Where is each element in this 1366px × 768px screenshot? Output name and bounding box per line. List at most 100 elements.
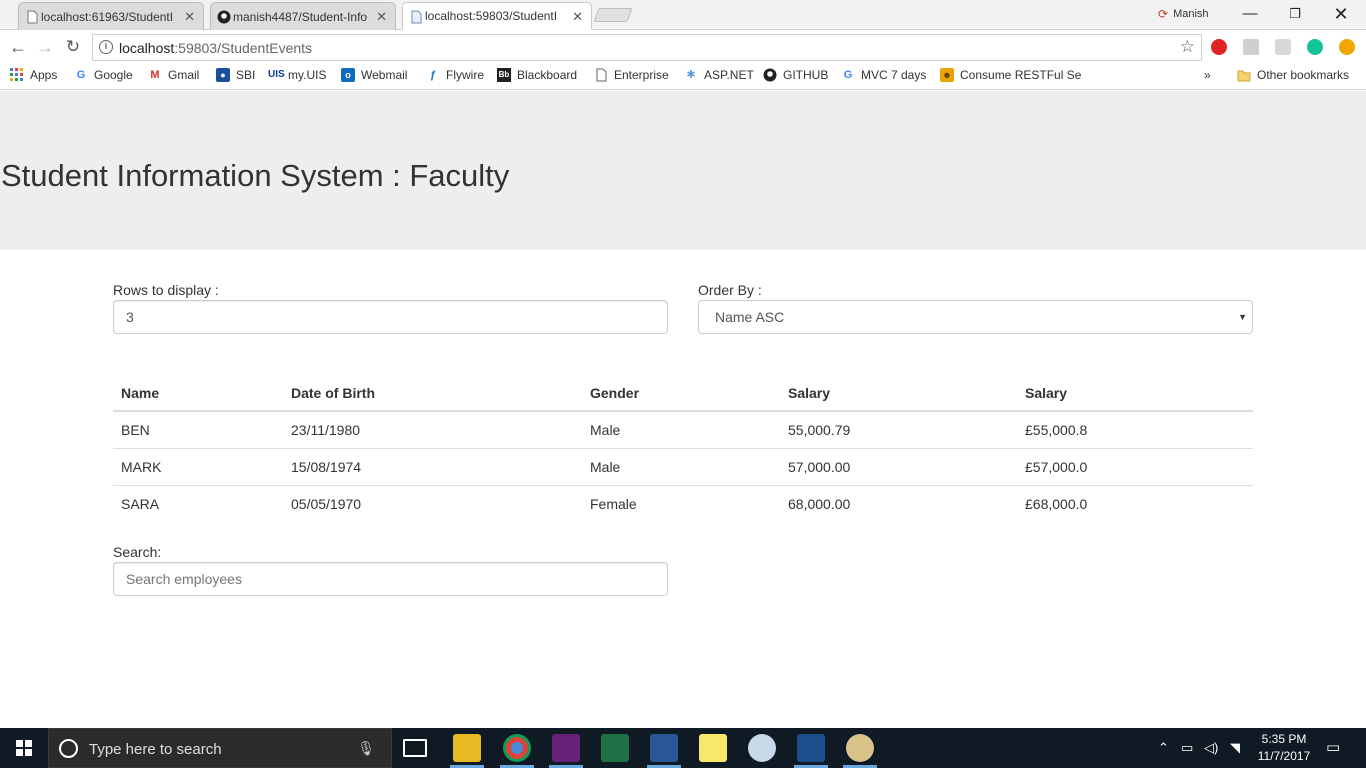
overflow-chevron-icon: » [1204,68,1211,82]
column-header[interactable]: Salary [1017,374,1253,412]
restore-button[interactable]: ❐ [1272,2,1318,26]
bookmark-mvc[interactable]: G MVC 7 days [841,68,927,82]
bookmarks-bar: Apps G Google M Gmail ● SBI UIS my.UIS o… [0,63,1366,90]
column-header[interactable]: Gender [582,374,780,412]
new-tab-button[interactable] [593,8,633,22]
warning-extension-icon[interactable] [1339,39,1355,55]
browser-tab-3[interactable]: localhost:59803/StudentI ✕ [402,2,592,30]
minimize-button[interactable]: — [1227,2,1273,26]
search-input[interactable] [113,562,668,596]
task-view-icon[interactable] [403,739,427,757]
table-cell: Male [582,447,780,485]
bookmark-label: Apps [30,68,58,82]
wifi-icon[interactable]: ◥ [1230,740,1240,756]
paint-palette-icon[interactable] [846,734,874,762]
reload-button[interactable]: ↻ [62,36,84,58]
column-header[interactable]: Name [113,374,283,412]
uis-icon: UIS [268,69,285,80]
profile-sync-icon: ⟳ [1158,7,1169,21]
close-icon[interactable]: ✕ [376,9,387,25]
forward-button[interactable]: → [34,36,56,58]
taskbar-search-box[interactable]: Type here to search 🎙 [48,728,392,768]
browser-tab-2[interactable]: manish4487/Student-Info ✕ [210,2,396,30]
table-row: BEN 23/11/1980 Male 55,000.79 £55,000.8 [113,411,1253,448]
chevron-down-icon: ▼ [1238,312,1247,322]
taskbar-clock[interactable]: 5:35 PM 11/7/2017 [1256,731,1312,765]
employees-table: Name Date of Birth Gender Salary Salary … [113,374,1253,522]
bookmark-star-icon[interactable]: ☆ [1180,37,1195,57]
bookmark-label: Gmail [168,68,200,82]
search-label: Search: [113,544,162,560]
table-cell: £55,000.8 [1025,421,1088,438]
browser-tab-strip: localhost:61963/StudentI ✕ manish4487/St… [0,0,1366,30]
tray-chevron-up-icon[interactable]: ⌃ [1158,740,1169,756]
gmail-icon: M [150,69,160,81]
sql-server-icon[interactable] [797,734,825,762]
bookmark-myuis[interactable]: UIS my.UIS [268,68,326,82]
other-bookmarks[interactable]: Other bookmarks [1237,68,1349,82]
bookmark-webmail[interactable]: o Webmail [341,68,407,82]
tab-label: manish4487/Student-Info [233,9,368,24]
bookmark-label: Consume RESTFul Se [960,68,1082,82]
notifications-icon[interactable]: ▭ [1326,738,1340,756]
bookmark-flywire[interactable]: ƒ Flywire [426,68,484,82]
browser-tab-1[interactable]: localhost:61963/StudentI ✕ [18,2,204,30]
info-icon[interactable]: i [99,40,113,54]
bookmark-gmail[interactable]: M Gmail [148,68,199,82]
table-cell: 68,000.00 [780,484,1017,522]
blackboard-icon: Bb [497,68,511,82]
tab-label: localhost:59803/StudentI [425,9,558,23]
back-button[interactable]: ← [7,36,29,58]
camera-extension-icon[interactable] [1275,39,1291,55]
visual-studio-icon[interactable] [552,734,580,762]
bookmark-blackboard[interactable]: Bb Blackboard [497,68,577,82]
outlook-icon: o [341,68,355,82]
chrome-icon[interactable] [503,734,531,762]
bookmark-enterprise[interactable]: Enterprise [594,68,669,82]
bookmark-label: Google [94,68,133,82]
opera-extension-icon[interactable] [1211,39,1227,55]
sticky-notes-icon[interactable] [699,734,727,762]
excel-icon[interactable] [601,734,629,762]
flywire-icon: ƒ [429,69,437,81]
table-cell: 23/11/1980 [291,421,361,438]
rows-input[interactable]: 3 [113,300,668,334]
close-window-button[interactable]: ✕ [1318,2,1364,26]
address-bar[interactable]: i localhost:59803/StudentEvents ☆ [92,34,1202,61]
table-cell: SARA [113,484,283,522]
bookmark-aspnet[interactable]: ✱ ASP.NET [684,68,753,82]
table-cell: 57,000.00 [780,447,1017,485]
bookmark-apps[interactable]: Apps [10,68,57,82]
close-icon[interactable]: ✕ [184,9,195,25]
bookmark-github[interactable]: GITHUB [763,68,828,82]
bookmark-label: my.UIS [288,68,327,82]
table-row: SARA 05/05/1970 Female 68,000.00 £68,000… [113,484,1253,522]
order-select[interactable]: Name ASC ▼ [698,300,1253,334]
volume-icon[interactable]: ◁) [1204,740,1218,756]
windows-start-icon[interactable] [0,728,48,768]
bookmark-consume-restful[interactable]: ☻ Consume RESTFul Se [940,68,1081,82]
paint-app-icon[interactable] [748,734,776,762]
sbi-icon: ● [216,68,230,82]
table-cell: BEN [121,421,150,438]
table-cell: MARK [113,447,283,485]
profile-button[interactable]: ⟳ Manish [1158,7,1209,21]
word-icon[interactable] [650,734,678,762]
taskbar-search-text: Type here to search [89,741,222,758]
close-icon[interactable]: ✕ [572,9,583,25]
table-row: MARK 15/08/1974 Male 57,000.00 £57,000.0 [113,447,1253,485]
microphone-icon[interactable]: 🎙 [357,740,375,757]
bookmark-google[interactable]: G Google [74,68,133,82]
pdf-extension-icon[interactable] [1243,39,1259,55]
bookmark-label: MVC 7 days [861,68,927,82]
bookmarks-overflow-button[interactable]: » [1204,68,1211,82]
battery-icon[interactable]: ▭ [1181,740,1193,756]
grammarly-extension-icon[interactable] [1307,39,1323,55]
order-select-value: Name ASC [715,309,785,325]
bookmark-label: GITHUB [783,68,829,82]
column-header[interactable]: Date of Birth [283,374,582,412]
file-explorer-icon[interactable] [453,734,481,762]
column-header[interactable]: Salary [780,374,1017,412]
folder-person-icon: ☻ [940,68,954,82]
bookmark-sbi[interactable]: ● SBI [216,68,255,82]
